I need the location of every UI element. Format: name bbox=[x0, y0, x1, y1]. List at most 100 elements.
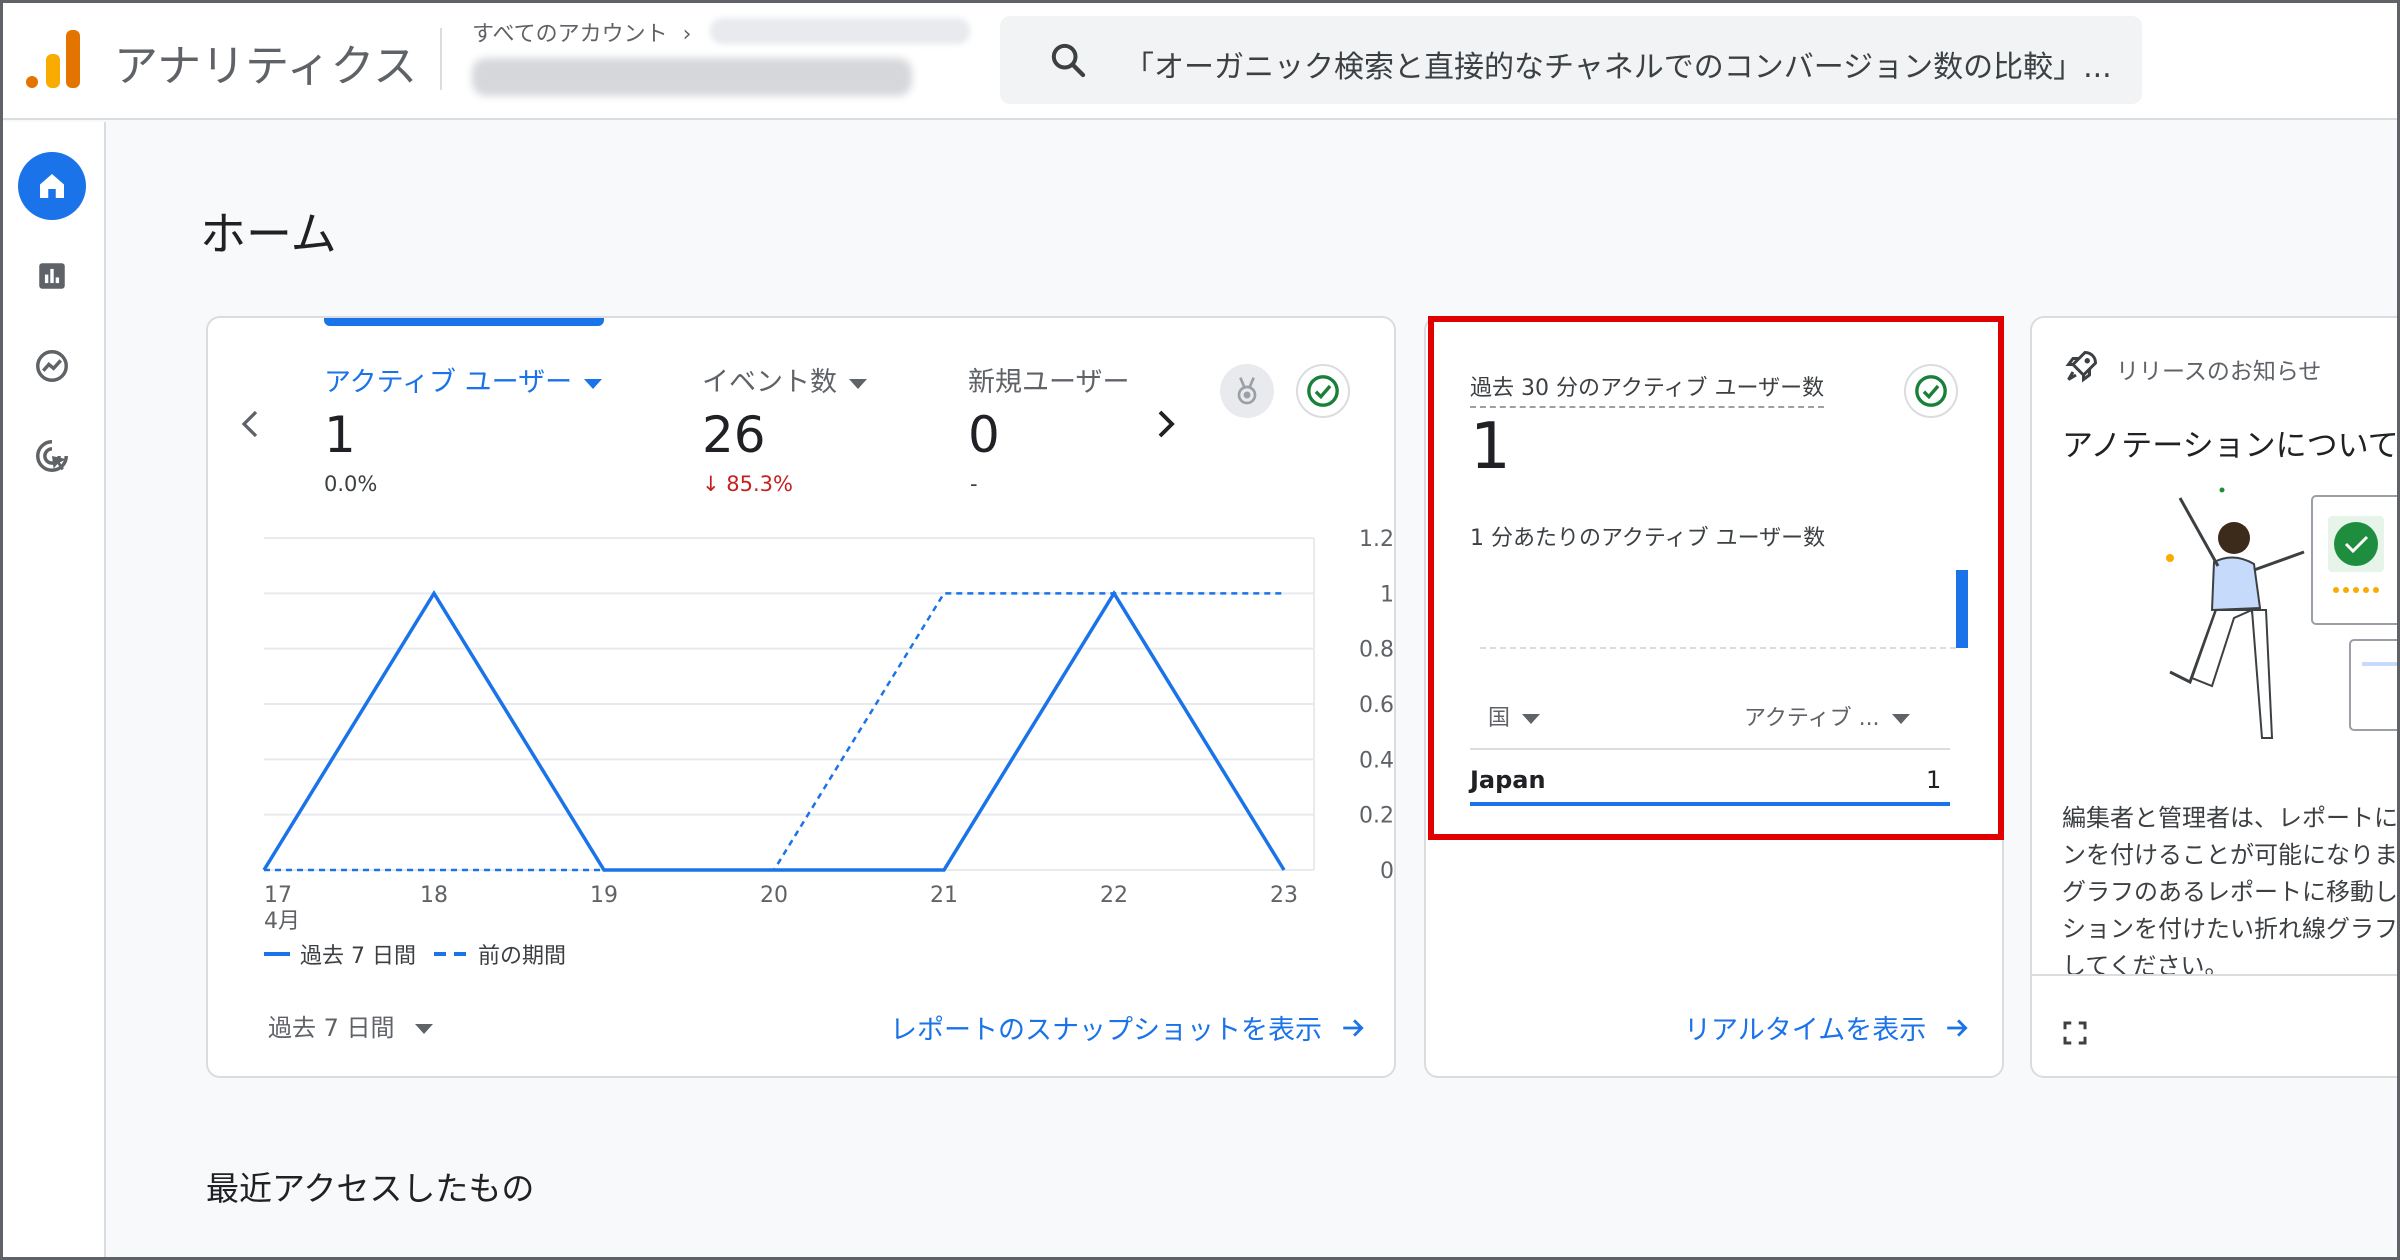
annotation-illustration bbox=[2166, 487, 2400, 739]
caret-down-icon bbox=[1522, 714, 1541, 724]
link-label: リアルタイムを表示 bbox=[1684, 1015, 1927, 1046]
data-quality-check-button[interactable] bbox=[1296, 364, 1350, 418]
realtime-check-button[interactable] bbox=[1904, 364, 1958, 418]
recently-accessed-title: 最近アクセスしたもの bbox=[206, 1169, 535, 1208]
arrow-right-icon bbox=[1947, 1018, 1968, 1037]
nav-home[interactable] bbox=[18, 152, 86, 220]
property-selector[interactable] bbox=[472, 58, 912, 96]
page-title: ホーム bbox=[200, 207, 337, 261]
per-minute-bar-chart bbox=[1480, 570, 1968, 649]
column-label: アクティブ ... bbox=[1744, 706, 1880, 731]
x-month-label: 4月 bbox=[264, 909, 300, 934]
view-realtime-link[interactable]: リアルタイムを表示 bbox=[1684, 1008, 1970, 1047]
chart-legend: 過去 7 日間 前の期間 bbox=[264, 938, 566, 970]
search-icon bbox=[1051, 43, 1086, 78]
x-tick-label: 22 bbox=[1100, 883, 1128, 908]
account-breadcrumb[interactable]: すべてのアカウント › bbox=[472, 16, 691, 48]
view-snapshot-link[interactable]: レポートのスナップショットを表示 bbox=[890, 1008, 1366, 1047]
line-chart: 0 0.2 0.4 0.6 0.8 1 1.2 17 18 19 20 21 22 23 4月 bbox=[262, 527, 1394, 934]
table-divider bbox=[1470, 748, 1950, 750]
active-tab-indicator bbox=[324, 318, 604, 326]
nav-reports[interactable] bbox=[18, 242, 86, 310]
home-icon bbox=[40, 174, 64, 198]
medal-icon bbox=[1237, 377, 1257, 405]
realtime-title[interactable]: 過去 30 分のアクティブ ユーザー数 bbox=[1470, 370, 1825, 408]
expand-button[interactable] bbox=[2060, 1018, 2096, 1054]
x-tick-label: 20 bbox=[760, 883, 788, 908]
caret-down-icon bbox=[849, 378, 867, 389]
bar-chart-icon bbox=[39, 263, 65, 289]
rocket-icon bbox=[2065, 350, 2098, 383]
card-divider bbox=[2032, 974, 2400, 976]
y-tick-label: 1.2 bbox=[1359, 527, 1394, 552]
overview-card: アクティブ ユーザー 1 0.0% イベント数 26 ↓ 85.3% 新規ユーザ… bbox=[206, 316, 1396, 1078]
release-body-line: グラフのあるレポートに移動し bbox=[2062, 878, 2398, 906]
x-tick-label: 17 bbox=[264, 883, 292, 908]
nav-advertising[interactable] bbox=[18, 422, 86, 490]
y-tick-label: 0.8 bbox=[1359, 638, 1394, 663]
metric-label: イベント数 bbox=[702, 367, 837, 398]
caret-down-icon bbox=[1891, 714, 1910, 724]
row-country: Japan bbox=[1470, 766, 1546, 794]
metric-change: - bbox=[970, 472, 978, 496]
metric-change-negative: ↓ 85.3% bbox=[702, 472, 793, 496]
fullscreen-icon bbox=[2063, 1021, 2087, 1045]
header-divider bbox=[440, 28, 442, 90]
check-circle-icon bbox=[1915, 375, 1947, 407]
legend-current: 過去 7 日間 bbox=[300, 944, 416, 969]
analytics-logo-icon[interactable] bbox=[26, 30, 80, 88]
x-tick-label: 23 bbox=[1270, 883, 1298, 908]
metric-value: 26 bbox=[702, 406, 766, 464]
caret-down-icon bbox=[414, 1024, 433, 1034]
realtime-value: 1 bbox=[1470, 410, 1511, 484]
metric-label: 新規ユーザー bbox=[968, 367, 1130, 398]
legend-solid-swatch bbox=[264, 952, 290, 956]
chevron-left-icon bbox=[241, 410, 258, 438]
arrow-right-icon bbox=[1343, 1018, 1364, 1037]
release-heading: アノテーションについて bbox=[2062, 428, 2399, 464]
insights-badge-button[interactable] bbox=[1220, 364, 1274, 418]
per-minute-label: 1 分あたりのアクティブ ユーザー数 bbox=[1470, 526, 1826, 551]
breadcrumb-label: すべてのアカウント bbox=[472, 22, 668, 47]
nav-explore[interactable] bbox=[18, 332, 86, 400]
y-tick-label: 0 bbox=[1380, 859, 1394, 884]
per-minute-bar bbox=[1956, 570, 1968, 648]
link-label: レポートのスナップショットを表示 bbox=[890, 1015, 1322, 1046]
app-name: アナリティクス bbox=[114, 41, 418, 92]
column-label: 国 bbox=[1488, 706, 1511, 731]
row-proportion-bar bbox=[1470, 802, 1950, 806]
left-nav-rail bbox=[0, 122, 106, 1260]
redacted-account-url bbox=[710, 18, 970, 44]
active-users-column-header[interactable]: アクティブ ... bbox=[1744, 700, 1910, 732]
x-tick-label: 21 bbox=[930, 883, 958, 908]
legend-previous: 前の期間 bbox=[477, 944, 566, 969]
x-tick-label: 19 bbox=[590, 883, 618, 908]
release-body-line: ションを付けたい折れ線グラフ bbox=[2062, 915, 2398, 943]
metric-value: 0 bbox=[968, 406, 1000, 464]
x-tick-label: 18 bbox=[420, 883, 448, 908]
search-bar[interactable]: 「オーガニック検索と直接的なチャネルでのコンバージョン数の比較」... bbox=[1000, 16, 2142, 104]
chevron-right-icon: › bbox=[682, 22, 692, 47]
prev-metric-button[interactable] bbox=[228, 394, 272, 454]
row-value: 1 bbox=[1926, 766, 1942, 794]
metric-change: 0.0% bbox=[324, 472, 378, 496]
y-tick-label: 1 bbox=[1380, 582, 1394, 607]
y-tick-label: 0.6 bbox=[1359, 693, 1394, 718]
series-last-7-days bbox=[262, 589, 1286, 872]
country-column-header[interactable]: 国 bbox=[1488, 700, 1541, 732]
legend-dashed-swatch bbox=[433, 952, 468, 956]
next-metric-button[interactable] bbox=[1144, 394, 1188, 454]
y-tick-label: 0.2 bbox=[1359, 804, 1394, 829]
y-tick-label: 0.4 bbox=[1359, 748, 1394, 773]
check-circle-icon bbox=[1307, 375, 1339, 407]
top-app-bar: アナリティクス すべてのアカウント › 「オーガニック検索と直接的なチャネルでの… bbox=[0, 0, 2400, 120]
metric-label: アクティブ ユーザー bbox=[324, 367, 573, 398]
date-range-selector[interactable]: 過去 7 日間 bbox=[268, 1008, 433, 1043]
release-body-line: 編集者と管理者は、レポートに bbox=[2062, 804, 2398, 832]
series-previous-period bbox=[264, 592, 1284, 872]
chevron-right-icon bbox=[1158, 410, 1175, 438]
realtime-card: 過去 30 分のアクティブ ユーザー数 1 1 分あたりのアクティブ ユーザー数… bbox=[1424, 316, 2004, 1078]
release-body-line: ンを付けることが可能になりま bbox=[2062, 841, 2398, 869]
caret-down-icon bbox=[584, 378, 603, 389]
release-notes-title: リリースのお知らせ bbox=[2116, 359, 2322, 385]
